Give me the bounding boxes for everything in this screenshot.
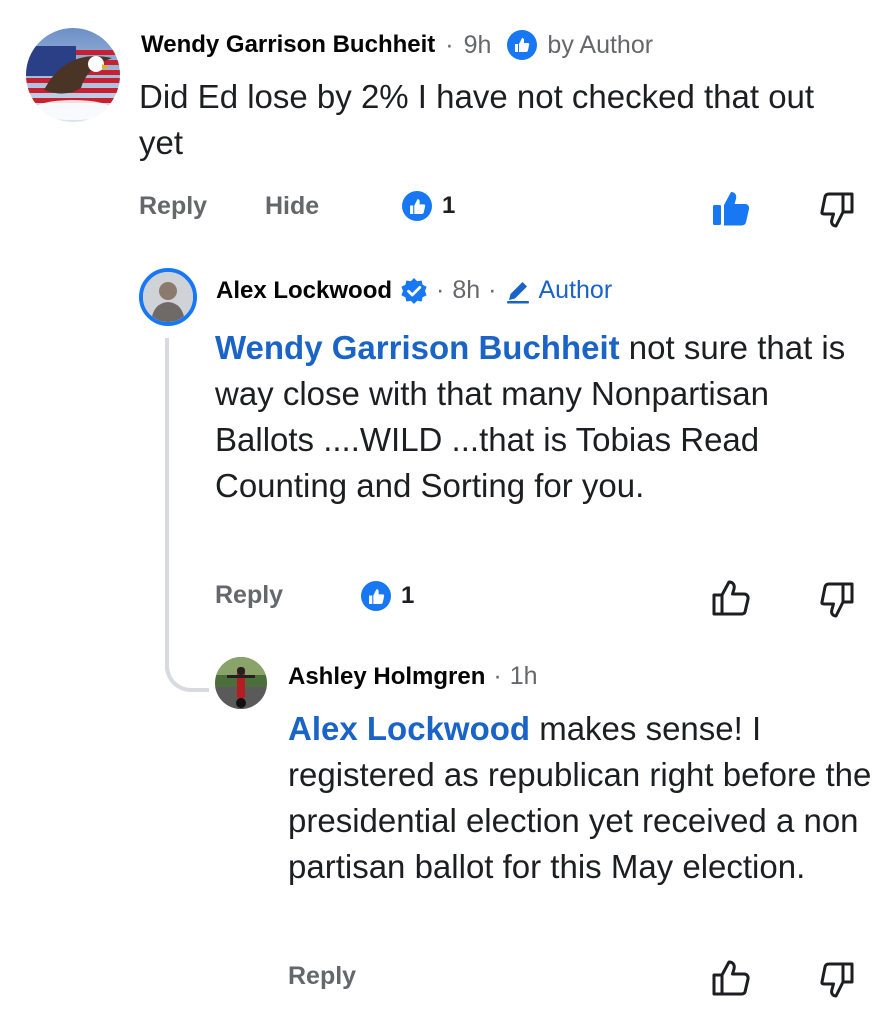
- by-author-badge: by Author: [547, 30, 654, 59]
- separator-dot: ·: [488, 276, 497, 304]
- author-name[interactable]: Ashley Holmgren: [288, 663, 485, 691]
- verified-badge-icon: [400, 277, 428, 305]
- avatar[interactable]: [139, 268, 197, 326]
- avatar[interactable]: [215, 657, 267, 709]
- like-icon: [402, 191, 432, 221]
- mention-link[interactable]: Wendy Garrison Buchheit: [215, 329, 620, 366]
- thread-line: [165, 338, 169, 670]
- author-badge: Author: [538, 276, 613, 304]
- timestamp[interactable]: 1h: [510, 662, 538, 691]
- thumbs-up-filled-icon[interactable]: [712, 190, 750, 231]
- timestamp[interactable]: 9h: [464, 31, 492, 60]
- author-name[interactable]: Alex Lockwood: [216, 277, 392, 305]
- thumbs-down-icon[interactable]: [819, 962, 855, 1003]
- like-count: 1: [401, 582, 415, 609]
- avatar[interactable]: [26, 28, 120, 122]
- like-icon: [361, 581, 391, 611]
- timestamp[interactable]: 8h: [452, 276, 480, 305]
- like-summary[interactable]: 1: [402, 191, 455, 221]
- author-name[interactable]: Wendy Garrison Buchheit: [141, 31, 435, 59]
- thread-curve: [165, 650, 209, 692]
- separator-dot: ·: [493, 662, 502, 690]
- motorcycle-avatar-image: [215, 657, 267, 709]
- reply-button[interactable]: Reply: [139, 192, 207, 221]
- reply-button[interactable]: Reply: [288, 962, 356, 991]
- comment-text: Did Ed lose by 2% I have not checked tha…: [139, 78, 815, 161]
- mention-link[interactable]: Alex Lockwood: [288, 710, 530, 747]
- separator-dot: ·: [436, 276, 445, 304]
- thumbs-down-icon[interactable]: [819, 582, 855, 623]
- reply-button[interactable]: Reply: [215, 581, 283, 610]
- thumbs-up-icon[interactable]: [712, 960, 750, 1001]
- eagle-flag-avatar-image: [26, 28, 120, 122]
- thumbs-up-icon[interactable]: [712, 580, 750, 621]
- like-count: 1: [442, 192, 456, 219]
- thumbs-down-icon[interactable]: [819, 192, 855, 233]
- hide-button[interactable]: Hide: [265, 192, 319, 221]
- comment-text: Wendy Garrison Buchheit not sure that is…: [215, 325, 855, 509]
- by-author-icon: [507, 30, 538, 60]
- person-avatar-image: [143, 272, 193, 322]
- comment-text: Alex Lockwood makes sense! I registered …: [288, 706, 878, 890]
- like-summary[interactable]: 1: [361, 581, 414, 611]
- separator-dot: ·: [445, 30, 454, 59]
- pencil-icon: [505, 278, 531, 304]
